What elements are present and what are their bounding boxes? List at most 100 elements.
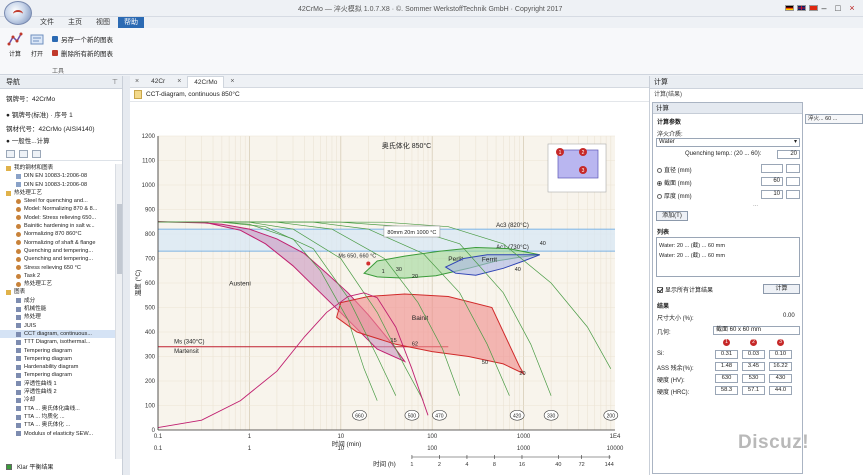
add-button[interactable]: 添加(T) [656, 211, 688, 221]
result-row-label: Si: [657, 351, 665, 357]
tree-scrollbar[interactable] [115, 164, 122, 459]
tree-item[interactable]: 淬透性曲线 1 [0, 380, 115, 388]
tree-item[interactable]: DIN EN 10083-1:2006-08 [0, 181, 115, 189]
calculation-list[interactable]: Water: 20 ... (截) ... 60 mm Water: 20 ..… [656, 237, 800, 277]
tree-item[interactable]: CCT diagram, continuous... [0, 329, 115, 339]
scrollbar-thumb[interactable] [117, 204, 122, 274]
tree-item[interactable]: 机械性能 [0, 305, 115, 313]
section-input[interactable]: 60 [761, 177, 783, 186]
menu-tab-home[interactable]: 主页 [62, 17, 88, 28]
german-flag-icon[interactable] [785, 5, 794, 11]
grid-view-icon[interactable] [32, 150, 41, 158]
tree-item[interactable]: Normalizing of shaft & flange [0, 239, 115, 247]
tree-item[interactable]: 热处理工艺 [0, 189, 115, 197]
result-column-1-marker: 1 [723, 339, 730, 346]
china-flag-icon[interactable] [809, 5, 818, 11]
status-checkbox[interactable] [6, 463, 12, 470]
app-logo-icon[interactable] [4, 1, 32, 25]
minimize-button[interactable]: – [820, 2, 828, 14]
tree-item-label: TTA ... 奥氏体化 ... [24, 422, 71, 429]
open-button[interactable]: 打开 [26, 31, 48, 61]
tree-item[interactable]: Hardenability diagram [0, 363, 115, 371]
tree-item[interactable]: TTT Diagram, isothermal... [0, 338, 115, 346]
tree-item[interactable]: Tempering diagram [0, 347, 115, 355]
footer-status[interactable]: Klar 平衡结果 [0, 462, 53, 471]
general-calc-link[interactable]: ● 一般性...计算 [0, 136, 122, 148]
tab-42crmo[interactable]: 42CrMo [187, 75, 225, 88]
thickness-input[interactable]: 10 [761, 190, 783, 199]
tree-item[interactable]: Modulus of elasticity SEW... [0, 430, 115, 438]
tree-item[interactable]: Bainitic hardening in salt w... [0, 222, 115, 230]
tree-item[interactable]: Tempering diagram [0, 371, 115, 379]
show-all-checkbox[interactable] [657, 287, 663, 294]
close-tab-icon[interactable]: × [230, 78, 234, 85]
tree-item[interactable]: 成分 [0, 297, 115, 305]
thickness-radio[interactable] [657, 193, 662, 199]
tree-view-icon[interactable] [19, 150, 28, 158]
close-tab-icon[interactable]: × [135, 78, 139, 85]
tree-item[interactable]: TTA ... 奥氏体化曲线... [0, 405, 115, 413]
option-thickness[interactable]: 厚度 (mm) [657, 191, 692, 200]
tree-item[interactable]: Model: Stress relieving 650... [0, 214, 115, 222]
menu-tab-file[interactable]: 文件 [34, 17, 60, 28]
list-item[interactable]: Water: 20 ... (截) ... 60 mm [657, 238, 799, 250]
save-as-chart-button[interactable]: 另存一个新的图表 [52, 34, 113, 44]
tree-item[interactable]: Model: Normalizing 870 & 8... [0, 205, 115, 213]
option-section[interactable]: 截面 (mm) [657, 178, 692, 187]
pin-icon[interactable]: ⊤ [112, 76, 118, 89]
tree-item[interactable]: 我的钢材和图表 [0, 164, 115, 172]
tree-item[interactable]: Quenching and tempering... [0, 247, 115, 255]
tree-item[interactable]: 热处理工艺 [0, 280, 115, 288]
side-summary-field[interactable]: 淬火... 60 ... [805, 114, 863, 124]
annotation-point[interactable] [366, 261, 371, 266]
tree-item-label: Quenching and tempering... [24, 247, 94, 254]
tree-item[interactable]: Task 2 [0, 272, 115, 280]
x-tick-label: 1E4 [610, 434, 621, 440]
diameter-unit[interactable] [786, 164, 800, 173]
maximize-button[interactable]: □ [834, 2, 842, 14]
menu-tab-help[interactable]: 帮助 [118, 17, 144, 28]
tab-42cr[interactable]: 42Cr [145, 76, 171, 87]
tree-item[interactable]: Steel for quenching and... [0, 197, 115, 205]
result-cell: 16.22 [769, 362, 792, 371]
standard-selector[interactable]: ● 钢牌号(标准) · 序号 1 [0, 110, 122, 122]
cct-diagram[interactable]: 0100200300400500600700800900100011001200… [130, 104, 650, 475]
close-button[interactable]: × [848, 2, 856, 14]
tree-item-label: 淬透性曲线 2 [24, 389, 57, 396]
tree-item[interactable]: 冷却 [0, 396, 115, 404]
tree-item-label: DIN EN 10083-1:2006-08 [24, 181, 88, 188]
calculate-button[interactable]: 计算 [4, 31, 26, 61]
tree-item[interactable]: 图表 [0, 288, 115, 296]
tree-item[interactable]: DIN EN 10083-1:2006-08 [0, 172, 115, 180]
diameter-radio[interactable] [657, 167, 662, 173]
tree-item[interactable]: Normalizing 870 860°C [0, 230, 115, 238]
delete-charts-button[interactable]: 删除所有新的图表 [52, 48, 113, 58]
tree-item[interactable]: TTA ... 均质化 ... [0, 413, 115, 421]
tree-item[interactable]: Stress relieving 650 °C [0, 264, 115, 272]
result-cell: 44.0 [769, 386, 792, 395]
tree-item[interactable]: JUIS [0, 322, 115, 330]
tree-item[interactable]: Tempering diagram [0, 355, 115, 363]
collapsed-sidebar-strip[interactable] [123, 76, 130, 475]
tree-item[interactable]: 淬透性曲线 2 [0, 388, 115, 396]
uk-flag-icon[interactable] [797, 5, 806, 11]
tree-item[interactable]: Quenching and tempering... [0, 255, 115, 263]
medium-select[interactable]: Water ▾ [656, 138, 800, 147]
diameter-input[interactable] [761, 164, 783, 173]
show-all-option[interactable]: 显示所有计算结果 [657, 285, 713, 294]
tree-item[interactable]: TTA ... 奥氏体化 ... [0, 421, 115, 429]
calculate-run-button[interactable]: 计算 [763, 284, 800, 294]
option-diameter[interactable]: 直径 (mm) [657, 165, 692, 174]
close-tab-icon[interactable]: × [177, 78, 181, 85]
section-unit[interactable] [786, 177, 800, 186]
result-size-value: 0.00 [783, 313, 795, 319]
info-box-label: 80mm 20m 1000 °C [387, 230, 436, 236]
menu-tab-view[interactable]: 视图 [90, 17, 116, 28]
thickness-unit[interactable] [786, 190, 800, 199]
quench-temp-input[interactable]: 20 [777, 150, 800, 159]
section-radio[interactable] [657, 180, 662, 186]
list-item[interactable]: Water: 20 ... (截) ... 60 mm [657, 250, 799, 260]
hardness-value: 500 [408, 413, 417, 419]
list-view-icon[interactable] [6, 150, 15, 158]
tree-item[interactable]: 热处理 [0, 313, 115, 321]
